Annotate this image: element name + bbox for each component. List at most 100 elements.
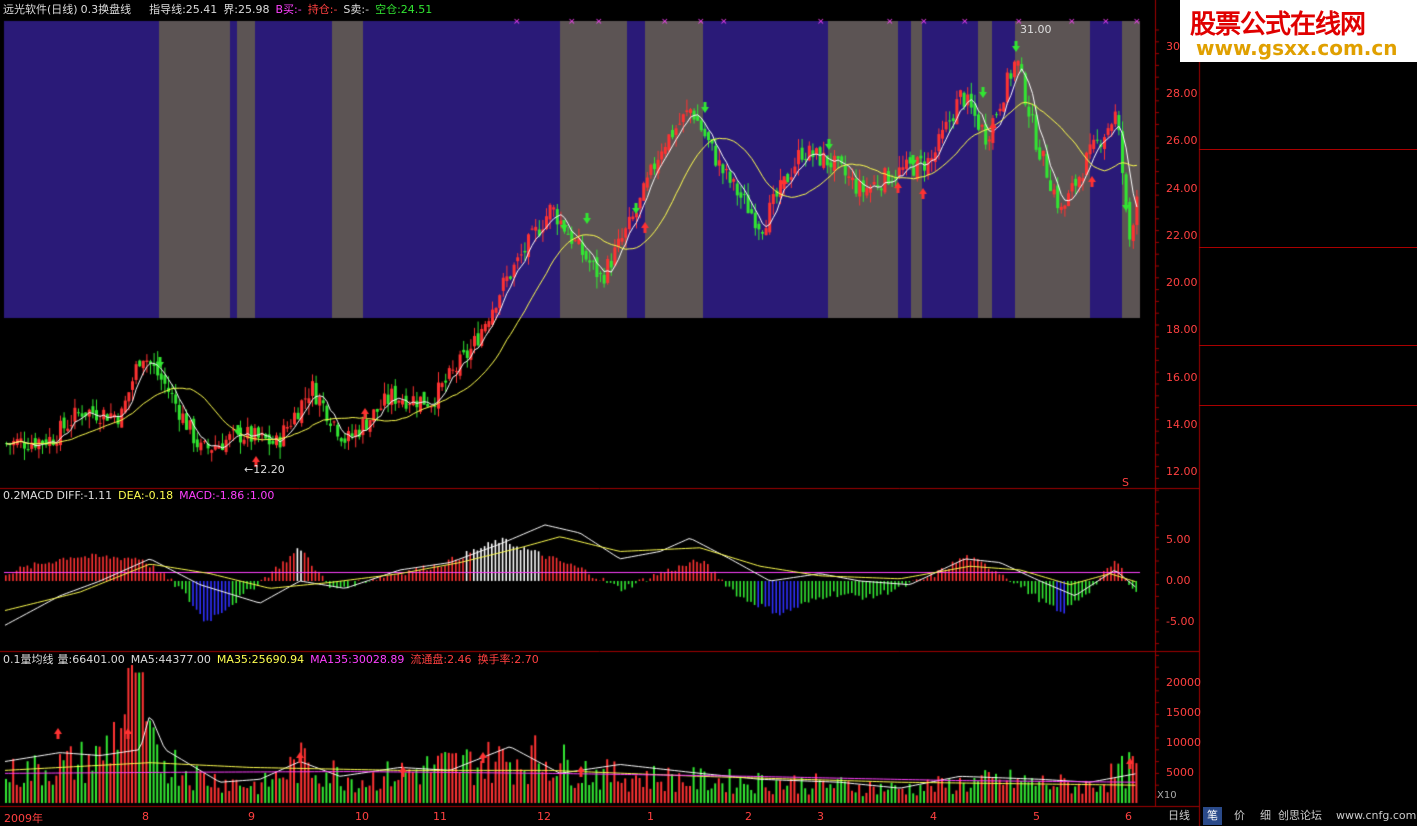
indicator-name: 0.3换盘线 <box>80 3 132 16</box>
hold-value: 持仓:- <box>307 3 338 16</box>
macd-axis-label: 0.00 <box>1166 574 1191 587</box>
volume-axis-label: 10000 <box>1166 736 1201 749</box>
tab-site[interactable]: www.cnfg.com <box>1332 807 1417 825</box>
tick-row <box>1199 478 1417 496</box>
tick-row <box>1199 424 1417 442</box>
quote-row <box>1199 267 1417 286</box>
volume-axis-label: 5000 <box>1166 766 1194 779</box>
price-axis-label: 20.00 <box>1166 276 1198 290</box>
tab-price[interactable]: 价 <box>1230 807 1249 825</box>
price-axis-label: 24.00 <box>1166 181 1198 195</box>
macd-axis-label: -5.00 <box>1166 615 1195 628</box>
date-axis-label: 2 <box>745 810 752 823</box>
low-price-marker: ←12.20 <box>244 463 285 476</box>
s-signal-marker: S <box>1122 476 1129 489</box>
macd-ratio: :1.00 <box>246 489 275 502</box>
turnover-rate: 换手率:2.70 <box>477 653 539 666</box>
bid-row <box>1199 226 1417 245</box>
volume-unit: X10 <box>1157 790 1177 801</box>
tick-row <box>1199 586 1417 604</box>
volume-axis-label: 15000 <box>1166 706 1201 719</box>
float-shares: 流通盘:2.46 <box>410 653 472 666</box>
tick-row <box>1199 658 1417 676</box>
tick-row <box>1199 676 1417 694</box>
tick-row <box>1199 694 1417 712</box>
ask-row <box>1199 90 1417 109</box>
macd-value: MACD:-1.86 <box>179 489 245 502</box>
tick-row <box>1199 784 1417 802</box>
tick-row <box>1199 496 1417 514</box>
ask-row <box>1199 128 1417 147</box>
macd-diff: DIFF:-1.11 <box>56 489 113 502</box>
date-axis-label: 11 <box>433 810 447 823</box>
macd-name: 0.2MACD <box>3 489 54 502</box>
bid-row <box>1199 207 1417 226</box>
s-sell-value: S卖:- <box>343 3 370 16</box>
price-axis-label: 14.00 <box>1166 417 1198 431</box>
tick-row <box>1199 622 1417 640</box>
tick-row <box>1199 748 1417 766</box>
tab-forum[interactable]: 创思论坛 <box>1274 807 1326 825</box>
date-axis-label: 1 <box>647 810 654 823</box>
tab-detail[interactable]: 细 <box>1256 807 1275 825</box>
guide-line-value: 指导线:25.41 <box>149 3 218 16</box>
date-axis-label: 10 <box>355 810 369 823</box>
boundary-value: 界:25.98 <box>223 3 270 16</box>
volume-value: 量:66401.00 <box>57 653 125 666</box>
b-buy-value: B买:- <box>275 3 302 16</box>
tick-row <box>1199 712 1417 730</box>
macd-dea: DEA:-0.18 <box>118 489 174 502</box>
tick-row <box>1199 568 1417 586</box>
tick-row <box>1199 532 1417 550</box>
volume-ma35: MA35:25690.94 <box>216 653 305 666</box>
tick-row <box>1199 460 1417 478</box>
tick-row <box>1199 604 1417 622</box>
tick-row <box>1199 442 1417 460</box>
tick-row <box>1199 514 1417 532</box>
macd-panel-header: 0.2MACD DIFF:-1.11 DEA:-0.18 MACD:-1.86:1.0… <box>3 489 280 503</box>
tick-row <box>1199 730 1417 748</box>
ask-row <box>1199 109 1417 128</box>
tick-row <box>1199 766 1417 784</box>
date-axis-label: 8 <box>142 810 149 823</box>
bid-row <box>1199 150 1417 169</box>
ask-row <box>1199 52 1417 71</box>
price-axis-label: 16.00 <box>1166 370 1198 384</box>
tab-ticks[interactable]: 笔 <box>1203 807 1222 825</box>
volume-ma5: MA5:44377.00 <box>130 653 211 666</box>
macd-axis-label: 5.00 <box>1166 533 1191 546</box>
tick-row <box>1199 406 1417 424</box>
stock-title: 远光软件(日线) <box>3 3 78 16</box>
quote-row <box>1199 248 1417 267</box>
date-axis-label: 12 <box>537 810 551 823</box>
volume-ma135: MA135:30028.89 <box>310 653 405 666</box>
empty-position-value: 空仓:24.51 <box>375 3 433 16</box>
date-axis-label: 9 <box>248 810 255 823</box>
ask-row <box>1199 71 1417 90</box>
quote-row <box>1199 305 1417 324</box>
tab-daily[interactable]: 日线 <box>1164 807 1194 825</box>
price-axis-label: 28.00 <box>1166 87 1198 101</box>
bid-row <box>1199 188 1417 207</box>
date-axis-label: 6 <box>1125 810 1132 823</box>
volume-panel-header: 0.1量均线 量:66401.00 MA5:44377.00 MA35:25690.9… <box>3 653 545 667</box>
high-price-marker: 31.00 <box>1020 23 1052 36</box>
quote-row <box>1199 324 1417 343</box>
price-axis-label: 12.00 <box>1166 465 1198 478</box>
date-axis-label: 4 <box>930 810 937 823</box>
price-panel-header: 远光软件(日线) 0.3换盘线 指导线:25.41 界:25.98 B买:- 持仓:- S卖… <box>3 3 438 17</box>
bid-row <box>1199 169 1417 188</box>
volume-indicator-name: 0.1量均线 <box>3 653 54 666</box>
date-axis-label: 5 <box>1033 810 1040 823</box>
fundamental-row <box>1199 384 1417 403</box>
date-axis-label: 2009年 <box>4 812 43 825</box>
fundamental-row <box>1199 365 1417 384</box>
fundamental-row <box>1199 346 1417 365</box>
volume-axis-label: 20000 <box>1166 676 1201 689</box>
tick-row <box>1199 550 1417 568</box>
price-axis-label: 18.00 <box>1166 323 1198 337</box>
date-axis-label: 3 <box>817 810 824 823</box>
quote-panel <box>1199 62 1417 826</box>
quote-row <box>1199 286 1417 305</box>
price-axis-label: 26.00 <box>1166 134 1198 148</box>
